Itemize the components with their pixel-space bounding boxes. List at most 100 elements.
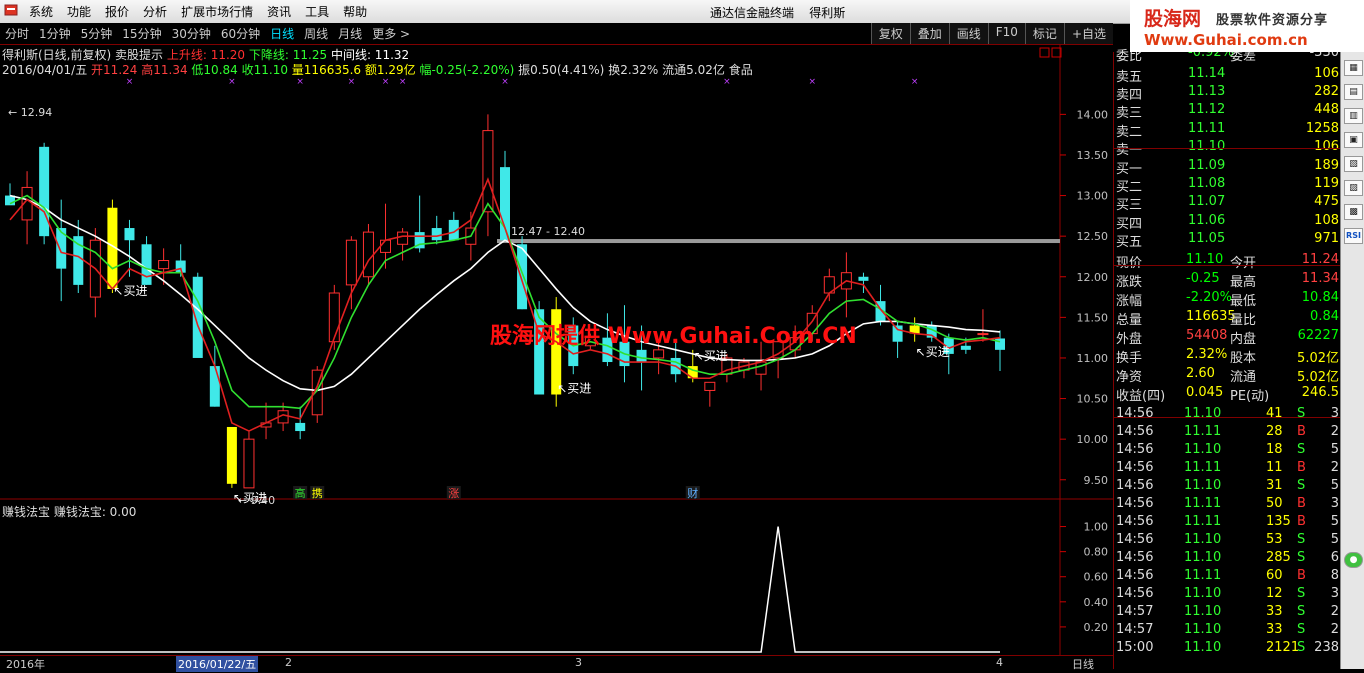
stat-value: 246.5: [1301, 385, 1339, 400]
tick-time: 14:56: [1116, 532, 1154, 547]
rsi-icon[interactable]: RSI: [1344, 228, 1363, 244]
tick-time: 15:00: [1116, 640, 1154, 655]
tick-row: 14:56 11.10 53 S 5: [1114, 532, 1341, 550]
period-intraday[interactable]: 分时: [0, 25, 34, 42]
ask-volume: 1258: [1305, 120, 1339, 136]
menu-system[interactable]: 系统: [22, 3, 60, 20]
price-axis-label: 10.00: [1077, 433, 1109, 446]
period-weekly[interactable]: 周线: [299, 25, 333, 42]
candle-body: [141, 244, 152, 285]
bid-volume: 119: [1314, 176, 1339, 192]
menu-function[interactable]: 功能: [60, 3, 98, 20]
panel-restore-icon: [1039, 47, 1050, 58]
bar-volume: 量116635.6: [291, 63, 362, 77]
tick-volume: 28: [1266, 424, 1283, 439]
stat-value: 2.60: [1186, 366, 1215, 381]
window-icon[interactable]: ▩: [1344, 204, 1363, 220]
adjust-button[interactable]: 复权: [870, 23, 910, 44]
tick-row: 14:57 11.10 33 S 2: [1114, 622, 1341, 640]
candle-body: [192, 276, 203, 358]
candle-icon[interactable]: ▧: [1344, 156, 1363, 172]
tick-row: 14:56 11.10 18 S 5: [1114, 442, 1341, 460]
period-5min[interactable]: 5分钟: [76, 25, 118, 42]
candle-body: [517, 244, 528, 310]
ball-icon[interactable]: ●: [1344, 552, 1363, 568]
layout-icon[interactable]: ▨: [1344, 180, 1363, 196]
table-icon[interactable]: ▥: [1344, 108, 1363, 124]
menu-extended-market[interactable]: 扩展市场行情: [174, 3, 260, 20]
bar-change: 幅-0.25(-2.20%): [419, 63, 515, 77]
ask-price: 11.14: [1188, 66, 1226, 81]
tick-side: S: [1297, 478, 1306, 493]
menu-analysis[interactable]: 分析: [136, 3, 174, 20]
tick-price: 11.10: [1184, 586, 1222, 601]
site-logo: 股海网 股票软件资源分享 Www.Guhai.com.cn: [1130, 0, 1364, 52]
candle-body: [960, 345, 971, 350]
bar-low: 低10.84: [191, 63, 238, 77]
time-axis-period[interactable]: 日线: [1072, 656, 1094, 672]
candlestick-chart[interactable]: 14.00 13.50 13.00 12.50 12.00 11.50 11.00 10.50…: [0, 44, 1113, 669]
indicator-title: 赚钱法宝 赚钱法宝: 0.00: [2, 505, 137, 519]
stat-value: 11.34: [1301, 271, 1339, 286]
period-30min[interactable]: 30分钟: [167, 25, 216, 42]
price-axis-label: 10.50: [1077, 393, 1109, 406]
menu-quote[interactable]: 报价: [98, 3, 136, 20]
period-monthly[interactable]: 月线: [333, 25, 367, 42]
signal-marker: ×: [348, 77, 356, 87]
period-daily[interactable]: 日线: [265, 25, 299, 42]
ask-level-label: 卖二: [1116, 124, 1143, 140]
draw-line-button[interactable]: 画线: [948, 23, 988, 44]
period-15min[interactable]: 15分钟: [117, 25, 166, 42]
menu-tools[interactable]: 工具: [298, 3, 336, 20]
stat-label: PE(动): [1230, 389, 1270, 404]
tick-price: 11.10: [1184, 550, 1222, 565]
tick-count: 238: [1314, 640, 1339, 655]
stat-row: 涨幅 -2.20% 最低 10.84: [1114, 290, 1341, 309]
logo-slogan: 股票软件资源分享: [1216, 13, 1329, 28]
tick-price: 11.10: [1184, 478, 1222, 493]
candle-body: [328, 292, 340, 343]
bar-amplitude: 振0.50(4.41%): [518, 63, 605, 77]
chart-icon[interactable]: ▣: [1344, 132, 1363, 148]
tick-price: 11.10: [1184, 406, 1222, 421]
menu-news[interactable]: 资讯: [260, 3, 298, 20]
f10-button[interactable]: F10: [987, 23, 1025, 44]
quote-panel: 委比 -0.92% 委差 -330 卖五 11.14 106 卖四 11.13 282 卖三 11.1…: [1113, 45, 1341, 669]
bid-price: 11.07: [1188, 194, 1226, 210]
bid-row: 买二 11.08 119: [1114, 176, 1341, 195]
grid-icon[interactable]: ▤: [1344, 84, 1363, 100]
candle-body: [858, 276, 869, 281]
tick-time: 14:56: [1116, 478, 1154, 493]
tick-volume: 60: [1266, 568, 1283, 583]
app-icon[interactable]: [0, 3, 22, 20]
stat-value: 116635: [1186, 309, 1236, 324]
bid-price: 11.05: [1188, 230, 1226, 246]
right-sidebar: ▦ ▤ ▥ ▣ ▧ ▨ ▩ RSI ●: [1340, 52, 1364, 669]
add-watchlist-button[interactable]: +自选: [1063, 23, 1113, 44]
stat-value: 54408: [1186, 328, 1228, 343]
bar-industry: 食品: [728, 63, 753, 77]
tick-volume: 12: [1266, 586, 1283, 601]
tick-side: B: [1297, 424, 1306, 439]
tick-volume: 31: [1266, 478, 1283, 493]
mark-button[interactable]: 标记: [1024, 23, 1064, 44]
chart-tool-buttons: 复权 叠加 画线 F10 标记 +自选: [870, 23, 1113, 44]
menu-help[interactable]: 帮助: [336, 3, 374, 20]
tick-volume: 11: [1266, 460, 1283, 475]
chart-area[interactable]: 14.00 13.50 13.00 12.50 12.00 11.50 11.00 10.50…: [0, 44, 1113, 669]
candle-body: [158, 260, 170, 270]
list-icon[interactable]: ▦: [1344, 60, 1363, 76]
tick-time: 14:57: [1116, 604, 1154, 619]
time-axis-mark: 3: [575, 656, 582, 669]
tick-time: 14:56: [1116, 496, 1154, 511]
tick-price: 11.10: [1184, 640, 1222, 655]
overlay-button[interactable]: 叠加: [909, 23, 949, 44]
period-more[interactable]: 更多 >: [367, 25, 415, 42]
period-1min[interactable]: 1分钟: [34, 25, 76, 42]
app-title: 通达信金融终端: [710, 6, 795, 20]
tick-side: B: [1297, 514, 1306, 529]
ask-volume: 106: [1314, 138, 1339, 154]
candle-body: [295, 422, 306, 432]
tick-price: 11.10: [1184, 442, 1222, 457]
period-60min[interactable]: 60分钟: [216, 25, 265, 42]
